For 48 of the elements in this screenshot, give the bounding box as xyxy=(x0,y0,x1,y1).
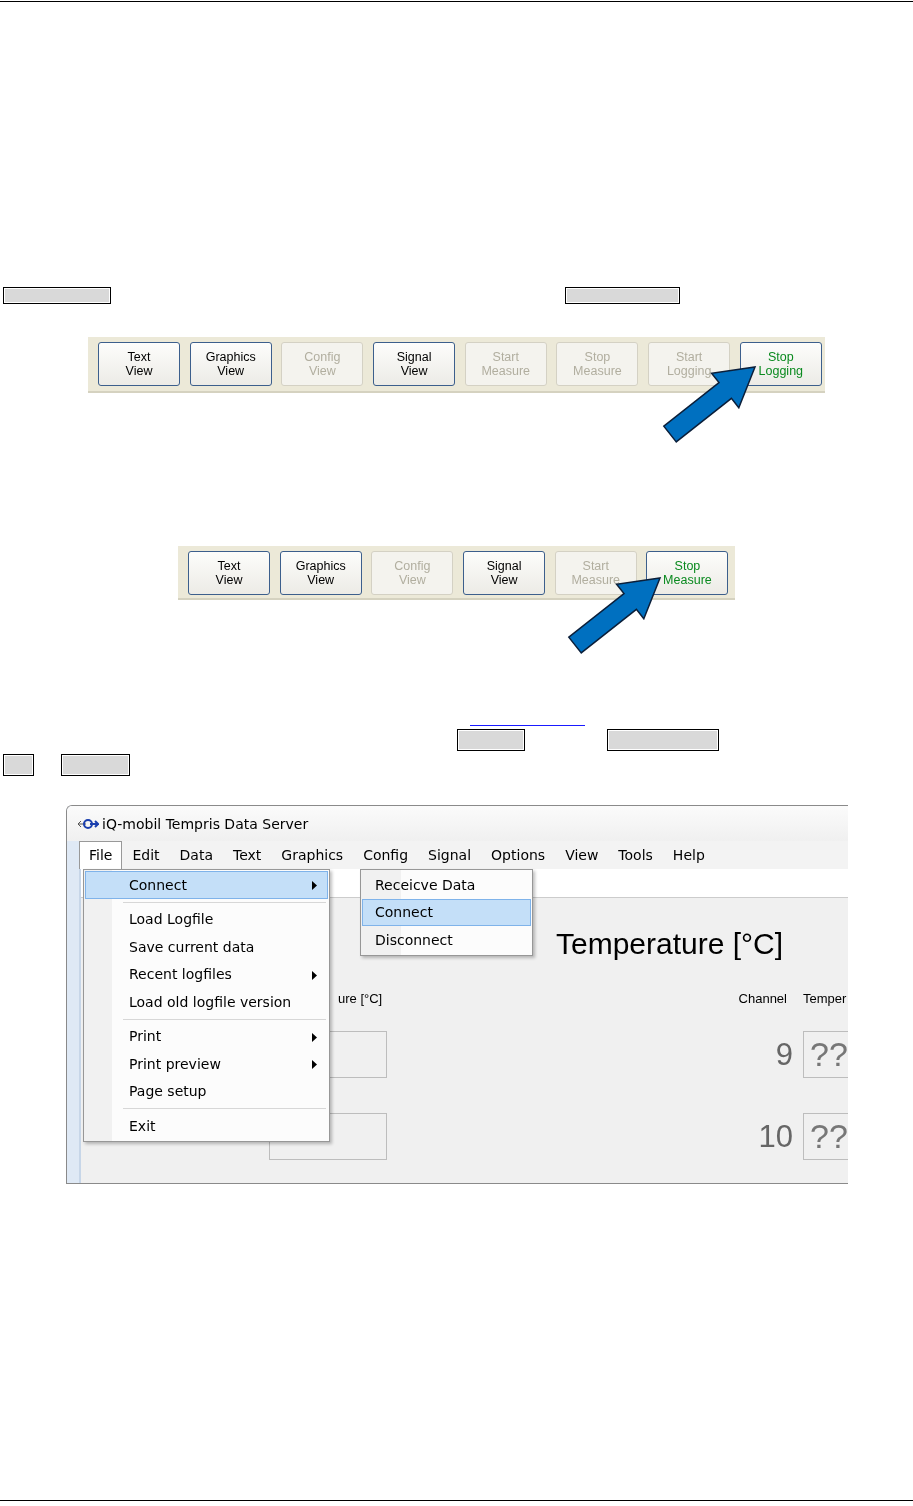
toolbar-button[interactable]: Signal View xyxy=(373,342,456,386)
menu-entry[interactable]: Connect xyxy=(362,898,531,926)
submenu-arrow-icon xyxy=(312,1032,317,1042)
menu-entry[interactable]: Exit xyxy=(85,1112,328,1140)
toolbar-button[interactable]: Text View xyxy=(98,342,180,386)
submenu-arrow-icon xyxy=(312,881,317,890)
menu-item[interactable]: Options xyxy=(481,841,556,869)
menu-item[interactable]: File xyxy=(79,841,123,869)
highlight-box xyxy=(457,729,525,751)
menu-entry[interactable]: Connect xyxy=(85,871,328,899)
toolbar-button[interactable]: Stop Measure xyxy=(646,551,729,595)
menu-entry[interactable]: Load Logfile xyxy=(85,905,328,933)
submenu-arrow-icon xyxy=(312,1060,317,1069)
window-title: iQ-mobil Tempris Data Server xyxy=(102,815,309,832)
column-header: ure [°C] xyxy=(338,990,384,1006)
submenu-arrow-icon xyxy=(312,970,317,980)
menu-entry[interactable]: Print xyxy=(85,1022,328,1050)
menu-entry[interactable]: Load old logfile version xyxy=(85,988,328,1016)
menu-item[interactable]: Text xyxy=(223,841,272,869)
value-field: ?? xyxy=(803,1031,848,1078)
menu-item[interactable]: Data xyxy=(169,841,223,869)
toolbar-button[interactable]: Graphics View xyxy=(189,342,272,386)
highlight-box xyxy=(61,754,130,776)
highlight-box xyxy=(3,754,34,776)
channel-number: 10 xyxy=(757,1118,793,1155)
menu-entry[interactable]: Receicve Data xyxy=(362,871,531,899)
menu-item[interactable]: Signal xyxy=(418,841,482,869)
menu-item[interactable]: Edit xyxy=(122,841,170,869)
toolbar-button[interactable]: Graphics View xyxy=(279,551,362,595)
value-field: ?? xyxy=(803,1113,848,1160)
menu-item[interactable]: View xyxy=(555,841,609,869)
column-header: Temper xyxy=(803,990,848,1006)
menu-entry[interactable]: Save current data xyxy=(85,933,328,961)
column-header: Channel xyxy=(737,990,787,1006)
toolbar-button[interactable]: Signal View xyxy=(463,551,546,595)
menu-entry[interactable]: Print preview xyxy=(85,1050,328,1078)
menu-entry[interactable]: Page setup xyxy=(85,1077,328,1105)
menu-item[interactable]: Tools xyxy=(608,841,663,869)
menu-entry[interactable]: Recent logfiles xyxy=(85,960,328,988)
menu-item[interactable]: Graphics xyxy=(271,841,354,869)
menu-entry[interactable]: Disconnect xyxy=(362,926,531,954)
menu-item[interactable]: Help xyxy=(662,841,715,869)
channel-number: 9 xyxy=(774,1036,793,1073)
menu-item[interactable]: Config xyxy=(353,841,419,869)
panel-heading: Temperature [°C] xyxy=(556,926,785,962)
toolbar-button[interactable]: Stop Logging xyxy=(739,342,822,386)
app-icon xyxy=(77,816,99,831)
toolbar-button[interactable]: Text View xyxy=(188,551,270,595)
